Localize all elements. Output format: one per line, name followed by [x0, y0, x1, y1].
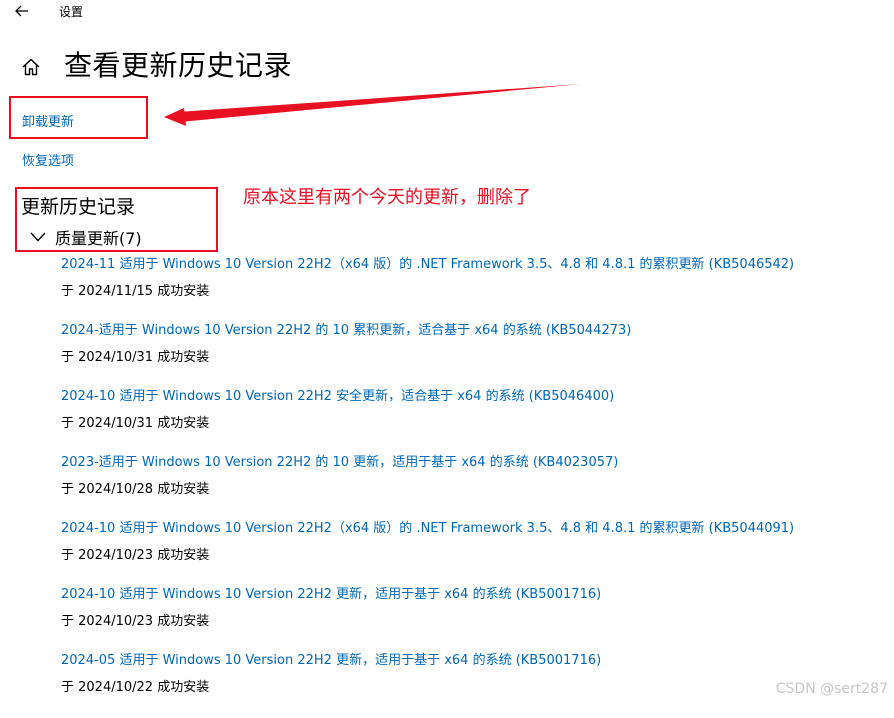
recovery-options-link[interactable]: 恢复选项 — [22, 150, 74, 169]
install-status: 于 2024/11/15 成功安装 — [61, 284, 210, 299]
update-title-link[interactable]: 2024-11 适用于 Windows 10 Version 22H2（x64 … — [61, 256, 881, 274]
update-title-link[interactable]: 2023-适用于 Windows 10 Version 22H2 的 10 更新… — [61, 454, 881, 472]
watermark: CSDN @sert287 — [775, 681, 888, 697]
update-title-link[interactable]: 2024-10 适用于 Windows 10 Version 22H2（x64 … — [61, 520, 881, 538]
update-item: 2024-10 适用于 Windows 10 Version 22H2 更新，适… — [61, 586, 881, 652]
update-item: 2024-05 适用于 Windows 10 Version 22H2 更新，适… — [61, 652, 881, 718]
page-title: 查看更新历史记录 — [64, 49, 293, 82]
update-title-link[interactable]: 2024-10 适用于 Windows 10 Version 22H2 更新，适… — [61, 586, 881, 604]
install-status: 于 2024/10/23 成功安装 — [61, 614, 210, 629]
title-bar: 设置 — [0, 0, 894, 24]
update-item: 2024-适用于 Windows 10 Version 22H2 的 10 累积… — [61, 322, 881, 388]
update-item: 2023-适用于 Windows 10 Version 22H2 的 10 更新… — [61, 454, 881, 520]
update-item: 2024-10 适用于 Windows 10 Version 22H2 安全更新… — [61, 388, 881, 454]
app-title: 设置 — [59, 5, 84, 19]
install-status: 于 2024/10/28 成功安装 — [61, 482, 210, 497]
update-list: 2024-11 适用于 Windows 10 Version 22H2（x64 … — [61, 256, 881, 718]
update-title-link[interactable]: 2024-05 适用于 Windows 10 Version 22H2 更新，适… — [61, 652, 881, 670]
install-status: 于 2024/10/23 成功安装 — [61, 548, 210, 563]
update-item: 2024-11 适用于 Windows 10 Version 22H2（x64 … — [61, 256, 881, 322]
install-status: 于 2024/10/22 成功安装 — [61, 680, 210, 695]
update-title-link[interactable]: 2024-适用于 Windows 10 Version 22H2 的 10 累积… — [61, 322, 881, 340]
quality-updates-toggle[interactable]: 质量更新(7) — [29, 226, 142, 248]
category-label: 质量更新(7) — [55, 229, 142, 248]
update-history-heading: 更新历史记录 — [21, 196, 136, 218]
install-status: 于 2024/10/31 成功安装 — [61, 350, 210, 365]
update-item: 2024-10 适用于 Windows 10 Version 22H2（x64 … — [61, 520, 881, 586]
chevron-down-icon — [30, 232, 46, 242]
arrow-left-icon[interactable] — [10, 0, 34, 22]
home-icon[interactable] — [19, 55, 43, 79]
uninstall-updates-link[interactable]: 卸载更新 — [22, 111, 74, 130]
annotation-note: 原本这里有两个今天的更新，删除了 — [243, 187, 531, 208]
update-title-link[interactable]: 2024-10 适用于 Windows 10 Version 22H2 安全更新… — [61, 388, 881, 406]
install-status: 于 2024/10/31 成功安装 — [61, 416, 210, 431]
